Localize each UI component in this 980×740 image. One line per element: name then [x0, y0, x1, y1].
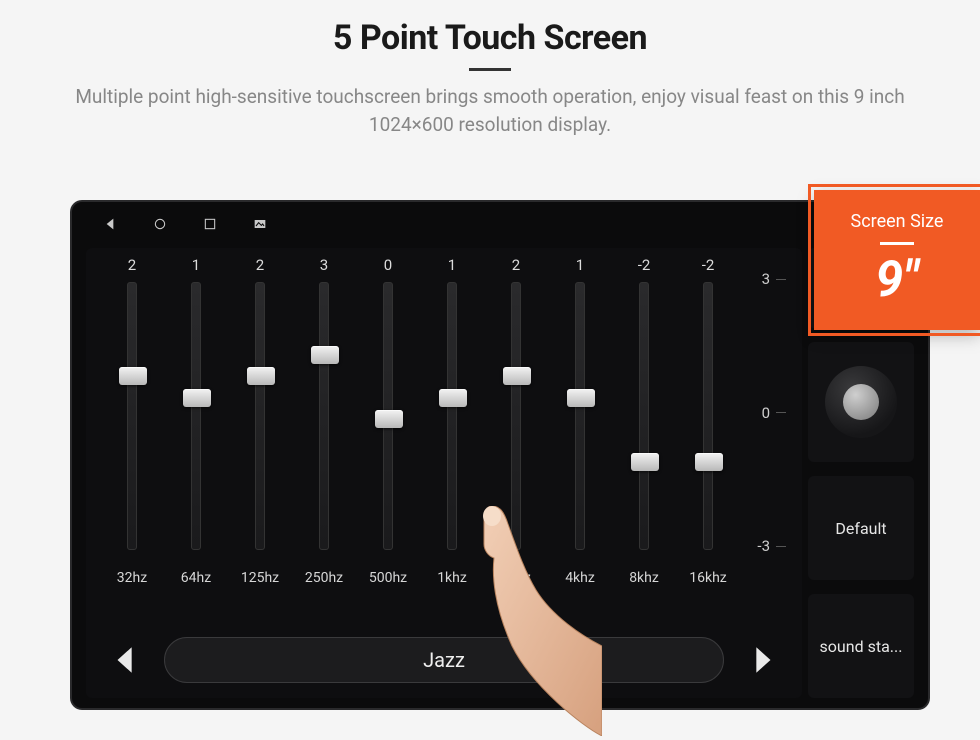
badge-value: 9" — [875, 251, 918, 309]
page-subtitle: Multiple point high-sensitive touchscree… — [60, 83, 920, 138]
eq-slider[interactable] — [703, 282, 713, 550]
sound-stage-button[interactable]: sound sta... — [808, 594, 914, 698]
eq-band: 1 1khz — [424, 256, 480, 586]
eq-scale: 3 0 -3 — [746, 276, 786, 554]
eq-band: 1 64hz — [168, 256, 224, 586]
eq-band-value: 1 — [192, 256, 200, 278]
eq-slider-thumb[interactable] — [247, 367, 275, 385]
preset-prev-button[interactable] — [106, 640, 146, 680]
eq-band-freq: 32hz — [117, 570, 147, 586]
eq-band-freq: 250hz — [305, 570, 343, 586]
device-screen: 2 32hz 1 64hz 2 125hz 3 250hz 0 500hz 1 1khz 2 2khz 1 4… — [70, 200, 930, 710]
eq-slider[interactable] — [319, 282, 329, 550]
eq-slider-thumb[interactable] — [631, 453, 659, 471]
balance-joystick-box — [808, 342, 914, 462]
preset-name-pill[interactable]: Jazz — [164, 637, 724, 683]
eq-band: 2 125hz — [232, 256, 288, 586]
eq-band-value: 2 — [512, 256, 520, 278]
android-nav-bar — [102, 216, 898, 232]
badge-underline — [880, 242, 914, 245]
sound-stage-button-label: sound sta... — [820, 637, 903, 656]
eq-slider-thumb[interactable] — [439, 389, 467, 407]
eq-band-freq: 2khz — [501, 570, 531, 586]
eq-slider[interactable] — [383, 282, 393, 550]
eq-band-freq: 16khz — [689, 570, 727, 586]
preset-row: Jazz — [106, 632, 782, 688]
eq-band-freq: 1khz — [437, 570, 467, 586]
eq-slider[interactable] — [639, 282, 649, 550]
page-title: 5 Point Touch Screen — [0, 18, 980, 58]
eq-band-freq: 64hz — [181, 570, 211, 586]
home-icon[interactable] — [152, 216, 168, 232]
eq-band-value: 2 — [256, 256, 264, 278]
joystick-thumb — [843, 384, 879, 420]
eq-slider-thumb[interactable] — [695, 453, 723, 471]
eq-slider-thumb[interactable] — [375, 410, 403, 428]
eq-band: 1 4khz — [552, 256, 608, 586]
eq-band: 0 500hz — [360, 256, 416, 586]
eq-band-value: 1 — [576, 256, 584, 278]
eq-slider[interactable] — [575, 282, 585, 550]
eq-slider-thumb[interactable] — [311, 346, 339, 364]
badge-label: Screen Size — [851, 211, 944, 232]
eq-band: -2 16khz — [680, 256, 736, 586]
back-icon[interactable] — [102, 216, 118, 232]
screen-size-badge: Screen Size 9" — [814, 190, 980, 330]
preset-next-button[interactable] — [742, 640, 782, 680]
eq-slider[interactable] — [511, 282, 521, 550]
recent-apps-icon[interactable] — [202, 216, 218, 232]
preset-name-label: Jazz — [423, 648, 465, 672]
eq-band-value: -2 — [638, 256, 651, 278]
eq-slider-thumb[interactable] — [183, 389, 211, 407]
eq-slider[interactable] — [127, 282, 137, 550]
eq-band: 2 32hz — [104, 256, 160, 586]
eq-slider[interactable] — [447, 282, 457, 550]
eq-band-value: 0 — [384, 256, 392, 278]
eq-slider-thumb[interactable] — [567, 389, 595, 407]
eq-band-value: 1 — [448, 256, 456, 278]
eq-band: -2 8khz — [616, 256, 672, 586]
eq-band-freq: 125hz — [241, 570, 279, 586]
balance-joystick[interactable] — [825, 366, 897, 438]
default-button-label: Default — [835, 519, 886, 538]
equalizer-panel: 2 32hz 1 64hz 2 125hz 3 250hz 0 500hz 1 1khz 2 2khz 1 4… — [86, 248, 802, 698]
eq-slider[interactable] — [191, 282, 201, 550]
eq-slider[interactable] — [255, 282, 265, 550]
eq-band: 3 250hz — [296, 256, 352, 586]
eq-band-value: 2 — [128, 256, 136, 278]
title-underline — [469, 68, 511, 71]
eq-band-freq: 4khz — [565, 570, 595, 586]
eq-band-value: -2 — [702, 256, 715, 278]
gallery-icon[interactable] — [252, 216, 268, 232]
eq-band-value: 3 — [320, 256, 328, 278]
eq-slider-thumb[interactable] — [119, 367, 147, 385]
eq-band-freq: 500hz — [369, 570, 407, 586]
eq-band: 2 2khz — [488, 256, 544, 586]
page-header: 5 Point Touch Screen Multiple point high… — [0, 0, 980, 138]
default-button[interactable]: Default — [808, 476, 914, 580]
eq-band-freq: 8khz — [629, 570, 659, 586]
eq-slider-thumb[interactable] — [503, 367, 531, 385]
